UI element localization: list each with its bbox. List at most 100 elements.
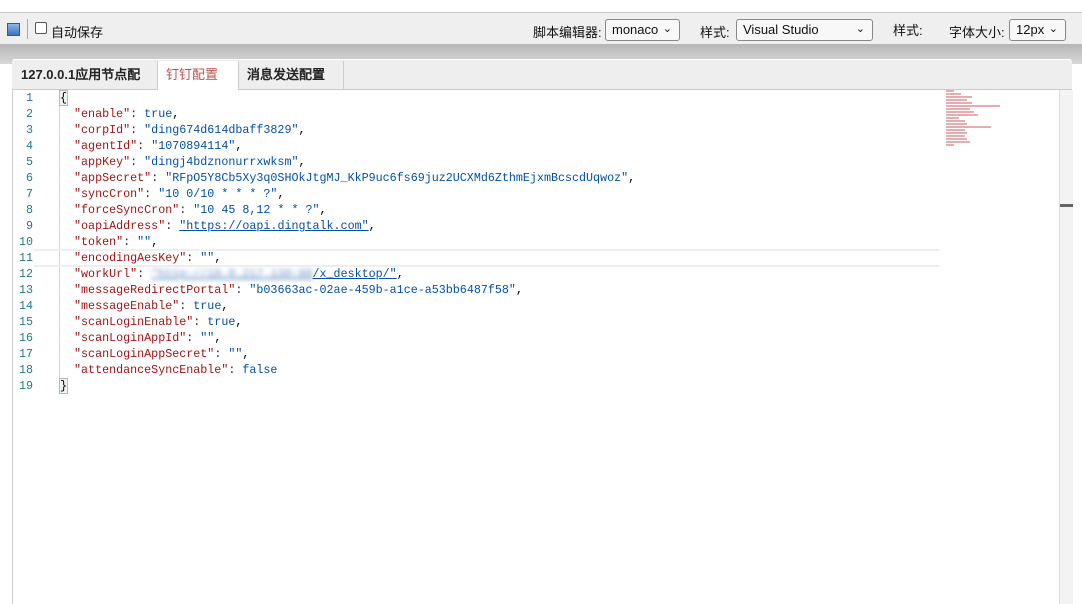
punct: , <box>235 315 243 329</box>
json-key: "scanLoginAppSecret" <box>74 347 215 361</box>
json-key: "appSecret" <box>74 171 152 185</box>
punct: , <box>396 267 404 281</box>
code-line: "scanLoginEnable": true, <box>74 315 243 329</box>
minimap-line <box>946 123 968 125</box>
code-line: "oapiAddress": "https://oapi.dingtalk.co… <box>74 219 376 233</box>
punct: , <box>242 347 250 361</box>
tab-label: 钉钉配置 <box>166 67 219 82</box>
tab-node-config[interactable]: 127.0.0.1应用节点配置 <box>13 61 158 110</box>
autosave-checkbox[interactable] <box>35 22 47 34</box>
json-key: "oapiAddress" <box>74 219 166 233</box>
line-number: 5 <box>25 155 33 169</box>
json-key: "syncCron" <box>74 187 145 201</box>
code-content[interactable]: { "enable": true, "corpId": "ding674d614… <box>58 90 636 394</box>
json-key: "corpId" <box>74 123 131 137</box>
line-numbers: 1 2 3 4 5 6 7 8 9 10 11 12 13 14 15 16 17 18 19 <box>13 90 33 394</box>
minimap-line <box>946 111 974 113</box>
minimap-line <box>946 120 965 122</box>
json-key: "forceSyncCron" <box>74 203 180 217</box>
punct: , <box>368 219 376 233</box>
editor-select[interactable]: monaco ⌄ <box>605 19 680 41</box>
json-key: "agentId" <box>74 139 138 153</box>
fontsize-select[interactable]: 12px ⌄ <box>1009 19 1066 41</box>
minimap-line <box>946 105 1001 107</box>
chevron-down-icon: ⌄ <box>662 23 672 35</box>
line-number: 11 <box>18 251 33 265</box>
tab-label: 消息发送配置 <box>247 67 326 82</box>
json-value: "b03663ac-02ae-459b-a1ce-a53bb6487f58" <box>249 283 516 297</box>
minimap-line <box>946 108 971 110</box>
fontsize-select-value: 12px <box>1016 22 1045 37</box>
line-number: 6 <box>25 171 33 185</box>
punct: , <box>235 139 243 153</box>
json-key: "attendanceSyncEnable" <box>74 363 229 377</box>
line-number: 1 <box>25 91 33 105</box>
line-number: 8 <box>25 203 33 217</box>
json-value: "" <box>137 235 152 249</box>
json-key: "scanLoginEnable" <box>74 315 194 329</box>
current-line-highlight <box>34 249 939 267</box>
minimap-line <box>946 144 954 146</box>
punct: , <box>298 123 306 137</box>
window-top <box>0 0 1082 13</box>
chevron-down-icon: ⌄ <box>1048 23 1058 35</box>
minimap-line <box>946 114 978 116</box>
line-number: 15 <box>18 315 33 329</box>
punct: , <box>221 299 229 313</box>
code-line: "appKey": "dingj4bdznonurrxwksm", <box>74 155 306 169</box>
line-number: 14 <box>18 299 33 313</box>
autosave-label: 自动保存 <box>51 25 104 40</box>
code-editor[interactable]: 1 2 3 4 5 6 7 8 9 10 11 12 13 14 15 16 17 18 19 { "enable"… <box>13 90 1059 604</box>
style-select[interactable]: Visual Studio ⌄ <box>736 19 873 41</box>
line-number: 2 <box>25 107 33 121</box>
tab-dingtalk-config[interactable]: 钉钉配置✕ <box>158 61 239 110</box>
code-line: { <box>58 90 635 106</box>
line-number: 16 <box>18 331 33 345</box>
line-number: 17 <box>18 347 33 361</box>
code-line: "agentId": "1070894114", <box>74 139 243 153</box>
editor-select-value: monaco <box>612 22 659 37</box>
save-icon[interactable] <box>7 23 20 36</box>
minimap-line <box>946 96 972 98</box>
json-value: "ding674d614dbaff3829" <box>144 123 299 137</box>
code-line: "attendanceSyncEnable": false <box>74 363 278 377</box>
json-value: true <box>207 315 236 329</box>
minimap-line <box>946 90 954 92</box>
minimap[interactable] <box>946 90 1058 146</box>
json-value: true <box>144 107 173 121</box>
json-value: "1070894114" <box>151 139 236 153</box>
json-value: "RFpO5Y8Cb5Xy3q0SHOkJtgMJ_KkP9uc6fs69juz… <box>165 171 629 185</box>
code-line: "scanLoginAppId": "", <box>74 331 222 345</box>
line-number: 9 <box>25 219 33 233</box>
minimap-line <box>946 126 991 128</box>
json-value-redacted[interactable]: "http://10.0.217.130:80/x_desktop/" <box>151 267 397 281</box>
minimap-line <box>946 117 960 119</box>
punct: , <box>628 171 636 185</box>
line-number: 18 <box>18 363 33 377</box>
minimap-line <box>946 93 962 95</box>
code-line: "forceSyncCron": "10 45 8,12 * * ?", <box>74 203 327 217</box>
minimap-line <box>946 138 968 140</box>
minimap-line <box>946 135 965 137</box>
minimap-line <box>946 132 967 134</box>
code-line: "enable": true, <box>74 107 180 121</box>
tab-message-config[interactable]: 消息发送配置✕ <box>239 61 344 110</box>
code-line: "syncCron": "10 0/10 * * * ?", <box>74 187 285 201</box>
scrollbar[interactable] <box>1059 90 1073 604</box>
json-value: "dingj4bdznonurrxwksm" <box>144 155 299 169</box>
minimap-line <box>946 129 966 131</box>
code-line: "messageRedirectPortal": "b03663ac-02ae-… <box>74 283 523 297</box>
punct: , <box>298 155 306 169</box>
code-line: "workUrl": "http://10.0.217.130:80/x_des… <box>74 267 404 281</box>
json-value[interactable]: "https://oapi.dingtalk.com" <box>179 219 368 233</box>
line-number: 19 <box>18 379 33 393</box>
scrollbar-marker <box>1060 204 1073 207</box>
json-value: "10 0/10 * * * ?" <box>158 187 278 201</box>
line-number: 7 <box>25 187 33 201</box>
json-value: true <box>193 299 222 313</box>
style-select-value: Visual Studio <box>743 22 819 37</box>
brace: { <box>58 90 69 106</box>
json-value: "" <box>228 347 243 361</box>
json-key: "enable" <box>74 107 131 121</box>
json-key: "messageEnable" <box>74 299 180 313</box>
